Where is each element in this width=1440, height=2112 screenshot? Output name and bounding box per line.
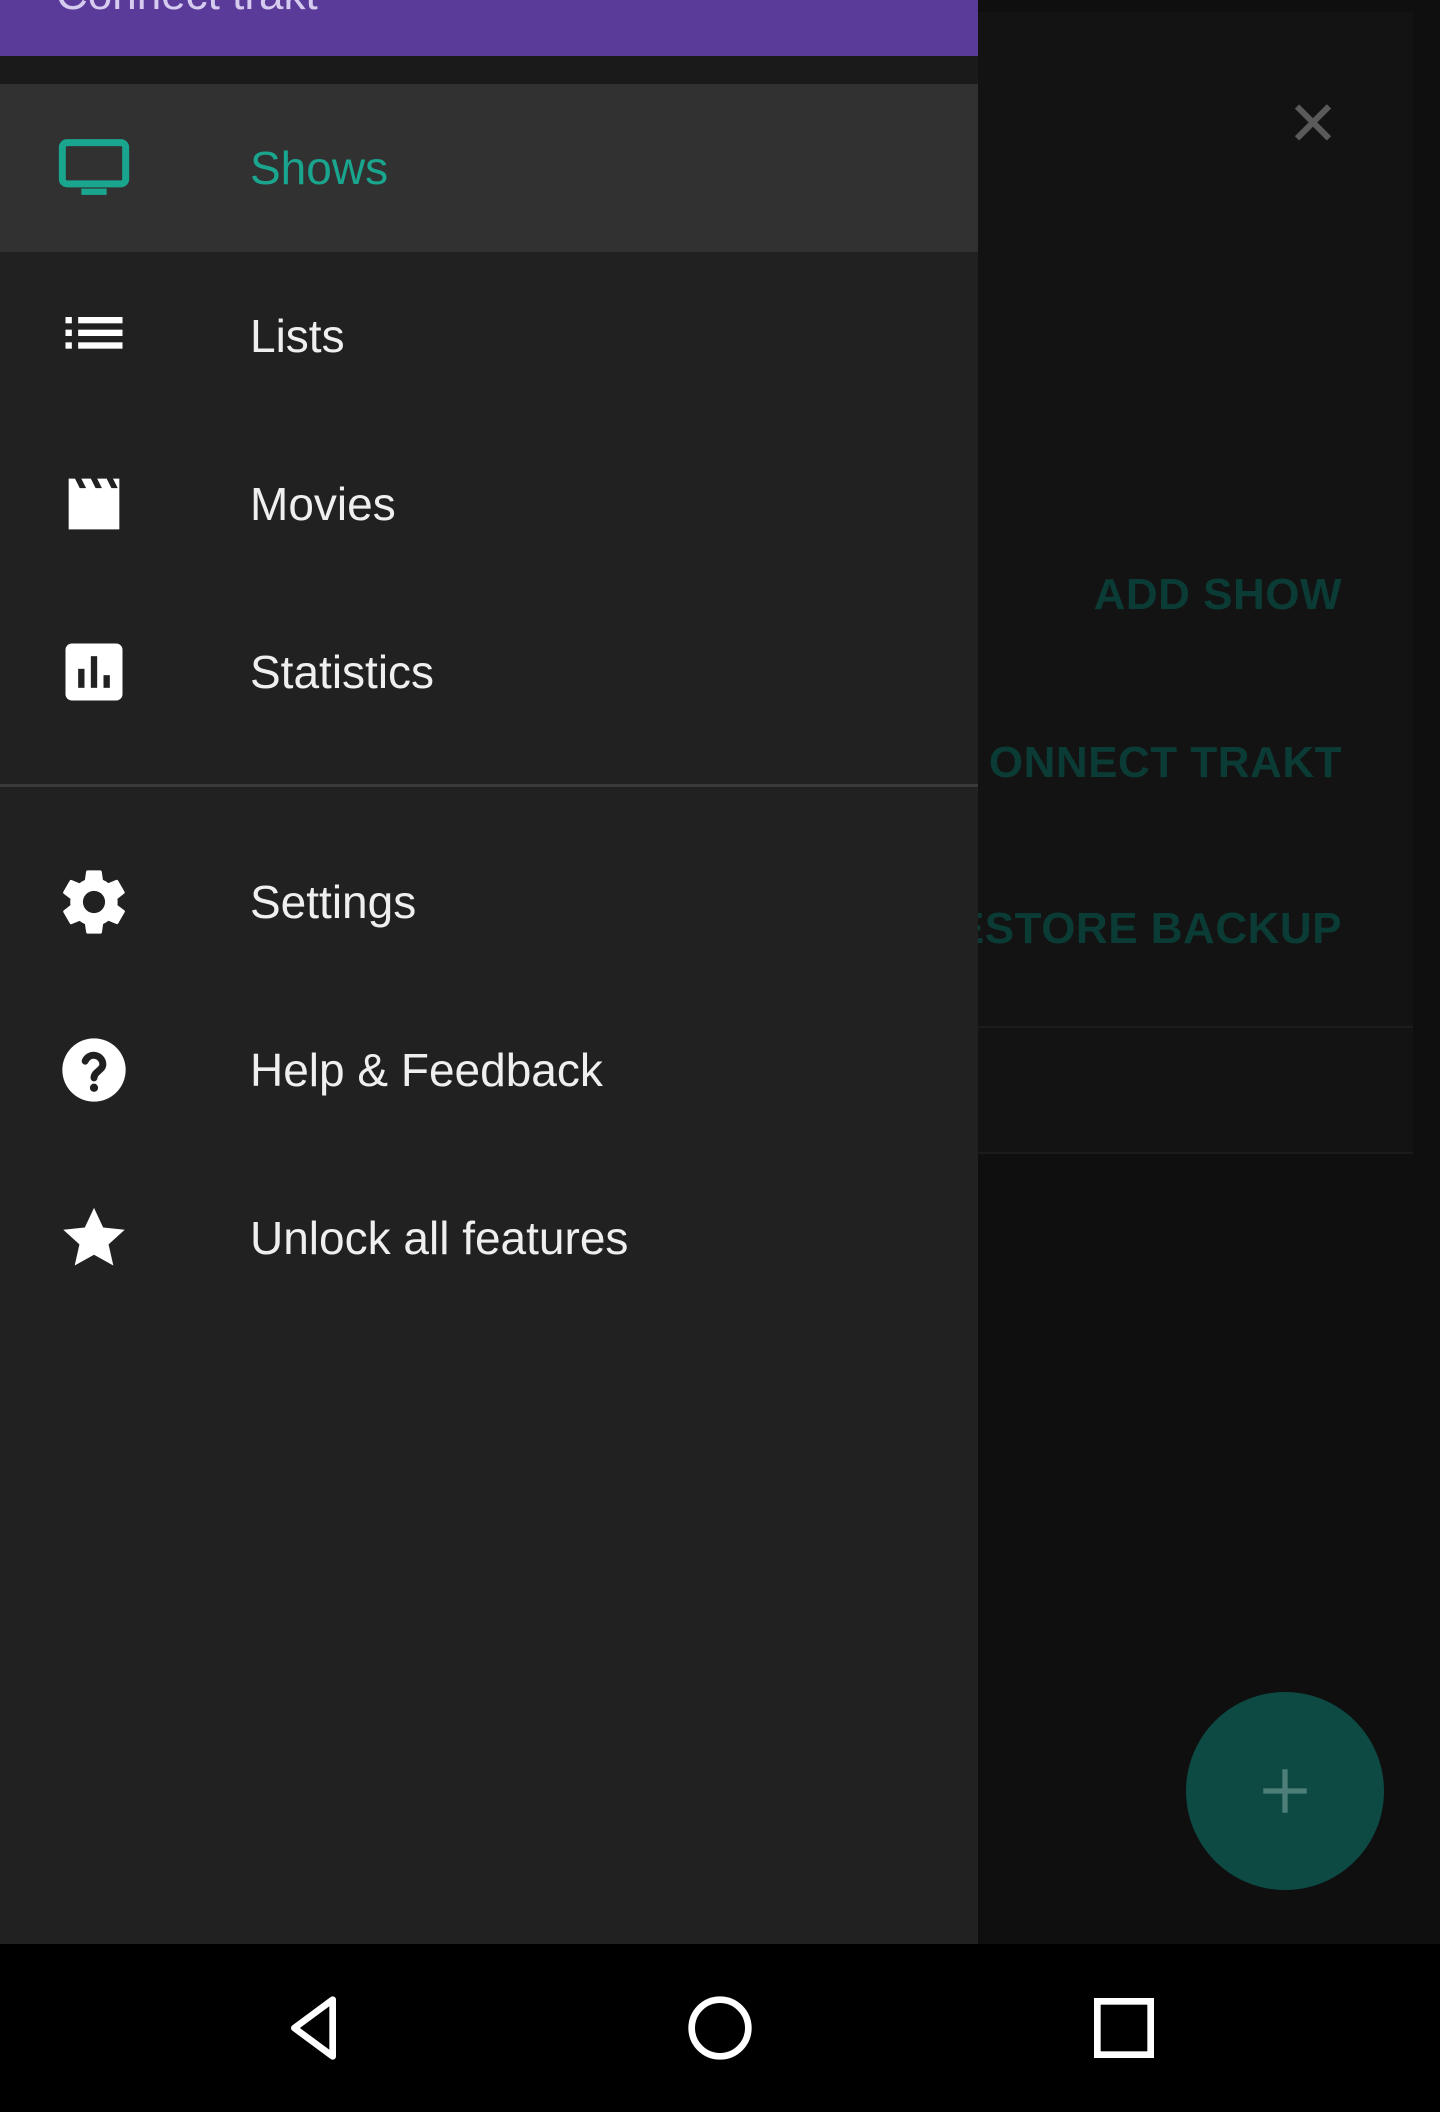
navigation-drawer: Connect trakt Shows Lists Movies Statist… — [0, 0, 978, 1944]
gear-icon — [54, 862, 134, 942]
nav-label-settings: Settings — [250, 876, 417, 928]
nav-item-settings[interactable]: Settings — [0, 818, 978, 986]
nav-label-lists: Lists — [250, 310, 345, 362]
drawer-divider — [0, 784, 978, 787]
back-button[interactable] — [226, 1944, 406, 2112]
nav-item-statistics[interactable]: Statistics — [0, 588, 978, 756]
nav-label-movies: Movies — [250, 478, 396, 530]
list-icon — [54, 296, 134, 376]
bar-chart-icon — [54, 632, 134, 712]
drawer-header-text: Connect trakt — [56, 0, 318, 20]
close-icon[interactable]: ✕ — [1283, 94, 1343, 156]
system-navigation-bar — [0, 1944, 1440, 2112]
drawer-header[interactable]: Connect trakt — [0, 0, 978, 56]
plus-icon — [1263, 1769, 1307, 1813]
tv-icon — [54, 128, 134, 208]
home-icon — [688, 1996, 752, 2060]
card-divider — [977, 1026, 1413, 1028]
help-icon — [54, 1030, 134, 1110]
nav-item-help-feedback[interactable]: Help & Feedback — [0, 986, 978, 1154]
header-spacer — [0, 56, 978, 84]
home-button[interactable] — [630, 1944, 810, 2112]
star-icon — [54, 1198, 134, 1278]
recents-icon — [1094, 1998, 1154, 2058]
recents-button[interactable] — [1034, 1944, 1214, 2112]
restore-backup-button[interactable]: ESTORE BACKUP — [955, 904, 1342, 954]
nav-label-help-feedback: Help & Feedback — [250, 1044, 603, 1096]
nav-item-shows[interactable]: Shows — [0, 84, 978, 252]
nav-item-unlock-all-features[interactable]: Unlock all features — [0, 1154, 978, 1322]
nav-label-unlock-all-features: Unlock all features — [250, 1212, 629, 1264]
connect-trakt-button[interactable]: ONNECT TRAKT — [989, 738, 1342, 788]
movie-clapper-icon — [54, 464, 134, 544]
add-show-button[interactable]: ADD SHOW — [1094, 570, 1342, 620]
back-icon — [291, 1996, 336, 2060]
nav-label-statistics: Statistics — [250, 646, 435, 698]
add-fab-button[interactable] — [1186, 1692, 1384, 1890]
nav-label-shows: Shows — [250, 142, 389, 194]
nav-item-movies[interactable]: Movies — [0, 420, 978, 588]
nav-item-lists[interactable]: Lists — [0, 252, 978, 420]
